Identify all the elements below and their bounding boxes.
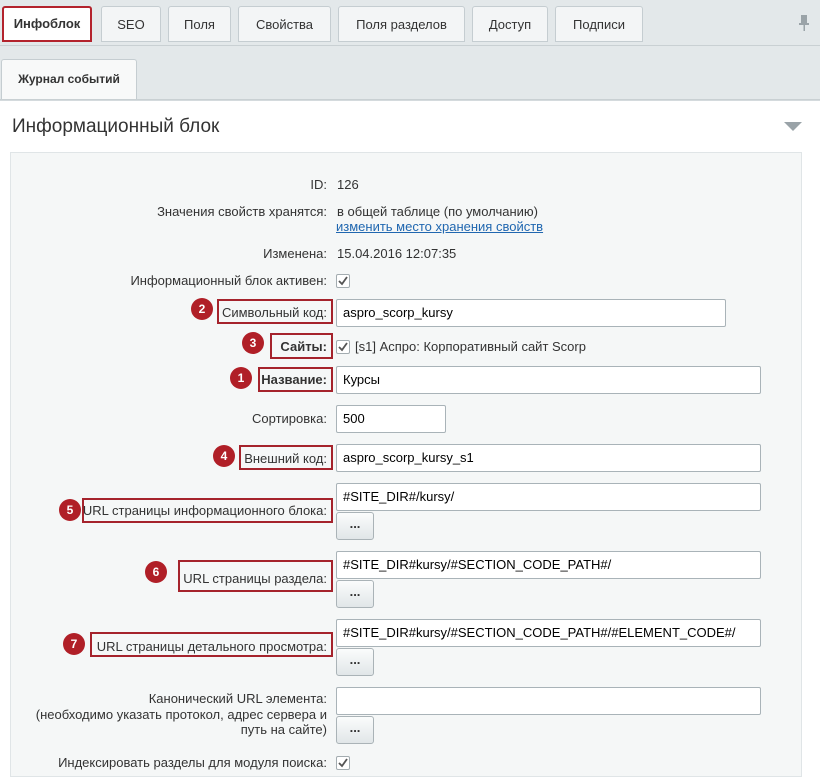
url-ib-macro-button[interactable]: ... [336,512,374,540]
url-ib-label: URL страницы информационного блока: [82,503,327,518]
url-sec-macro-button[interactable]: ... [336,580,374,608]
secondary-tab-bar: Журнал событий [0,46,820,100]
badge-4: 4 [213,445,235,467]
name-input[interactable]: Курсы [336,366,761,394]
name-label: Название: [261,372,327,387]
url-sec-label: URL страницы раздела: [183,571,327,586]
ext-code-input[interactable]: aspro_scorp_kursy_s1 [336,444,761,472]
ext-code-label: Внешний код: [244,451,327,466]
sort-input[interactable]: 500 [336,405,446,433]
url-detail-label: URL страницы детального просмотра: [96,639,327,654]
storage-label: Значения свойств хранятся: [157,204,327,219]
tab-seo[interactable]: SEO [101,6,161,42]
changed-label: Изменена: [263,246,327,261]
url-sec-input[interactable]: #SITE_DIR#kursy/#SECTION_CODE_PATH#/ [336,551,761,579]
canonical-input[interactable] [336,687,761,715]
url-detail-input[interactable]: #SITE_DIR#kursy/#SECTION_CODE_PATH#/#ELE… [336,619,761,647]
url-detail-macro-button[interactable]: ... [336,648,374,676]
badge-1: 1 [230,367,252,389]
tab-captions[interactable]: Подписи [555,6,643,42]
active-checkbox[interactable] [336,274,350,288]
badge-5: 5 [59,499,81,521]
badge-3: 3 [242,332,264,354]
canonical-hint-2: путь на сайте) [240,722,327,737]
badge-7: 7 [63,633,85,655]
active-label: Информационный блок активен: [130,273,327,288]
code-input[interactable]: aspro_scorp_kursy [336,299,726,327]
tab-infoblock[interactable]: Инфоблок [2,6,92,42]
site-s1-label: [s1] Аспро: Корпоративный сайт Scorp [355,339,586,354]
changed-value: 15.04.2016 12:07:35 [337,246,457,261]
change-storage-link[interactable]: изменить место хранения свойств [336,219,543,234]
id-label: ID: [310,177,327,192]
id-value: 126 [337,177,359,192]
canonical-label: Канонический URL элемента: [148,691,327,706]
panel-title: Информационный блок [12,116,220,137]
tab-properties[interactable]: Свойства [238,6,331,42]
code-label: Символьный код: [221,305,327,320]
tab-section-fields[interactable]: Поля разделов [338,6,465,42]
badge-2: 2 [191,298,213,320]
tab-fields[interactable]: Поля [168,6,231,42]
pin-icon[interactable] [798,14,810,32]
canonical-macro-button[interactable]: ... [336,716,374,744]
index-sections-label: Индексировать разделы для модуля поиска: [58,755,327,770]
sort-label: Сортировка: [252,411,327,426]
tab-bar: Инфоблок SEO Поля Свойства Поля разделов… [0,0,820,46]
tab-access[interactable]: Доступ [472,6,548,42]
url-ib-input[interactable]: #SITE_DIR#/kursy/ [336,483,761,511]
index-sections-checkbox[interactable] [336,756,350,770]
site-s1-checkbox[interactable] [336,340,350,354]
tab-event-log[interactable]: Журнал событий [1,59,137,99]
collapse-arrow-icon[interactable] [784,122,802,131]
sites-label: Сайты: [280,339,327,354]
storage-value: в общей таблице (по умолчанию) [337,204,539,219]
badge-6: 6 [145,561,167,583]
canonical-hint-1: (необходимо указать протокол, адрес серв… [35,707,327,722]
